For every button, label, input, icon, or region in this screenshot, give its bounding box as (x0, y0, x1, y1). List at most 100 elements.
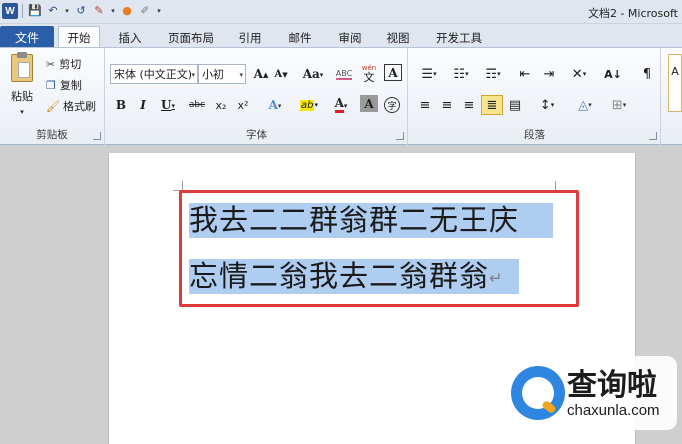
cut-button[interactable]: ✂ 剪切 (46, 54, 102, 74)
tab-insert[interactable]: 插入 (110, 28, 150, 48)
sort-icon: A↓ (604, 67, 622, 81)
scissors-icon: ✂ (46, 57, 56, 71)
styles-gallery-item[interactable]: A (668, 54, 682, 112)
text-effect-button[interactable]: A ▾ (262, 95, 288, 115)
chevron-down-icon: ▾ (239, 71, 243, 79)
bullets-button[interactable]: ☰ ▾ (415, 64, 443, 84)
watermark-brand-cn: 查询啦 (567, 368, 657, 403)
undo-icon[interactable]: ↶ (45, 3, 61, 19)
sort-button[interactable]: A↓ (603, 64, 623, 84)
document-text-line[interactable]: 忘情二翁我去二翁群翁↵ (189, 259, 519, 294)
char-shading-button[interactable]: A (360, 95, 378, 112)
word-app-icon[interactable]: W (2, 3, 18, 19)
watermark-brand-url: chaxunla.com (567, 402, 660, 419)
copy-icon: ❐ (46, 78, 56, 92)
watermark: 查询啦 chaxunla.com (505, 356, 677, 430)
line-text: 忘情二翁我去二翁群翁 (189, 259, 490, 293)
line-spacing-button[interactable]: ↕ ▾ (533, 95, 561, 115)
paragraph-group: ☰ ▾ ☷ ▾ ☶ ▾ ⇤ ⇥ ✕ ▾ A↓ ¶ ≡ ≡ ≡ ≣ ▤ ↕ ▾ ◬ ▾ ⊞ ▾ … (409, 48, 661, 145)
tab-mailings[interactable]: 邮件 (282, 28, 318, 48)
document-text-line[interactable]: 我去二二群翁群二无王庆 (189, 203, 553, 238)
highlight-button[interactable]: ab ▾ (294, 95, 324, 115)
format-dropdown-icon[interactable]: ▾ (109, 3, 117, 19)
align-left-button[interactable]: ≡ (415, 95, 435, 115)
magnifier-logo-icon (511, 366, 565, 420)
underline-button[interactable]: U ▾ (156, 95, 180, 115)
asian-layout-button[interactable]: ✕ ▾ (565, 64, 593, 84)
distributed-button[interactable]: ▤ (505, 95, 525, 115)
phonetic-guide-button[interactable]: wén 文 (358, 62, 380, 86)
change-case-button[interactable]: Aa ▾ (300, 64, 326, 84)
font-size-combo[interactable]: 小初 ▾ (198, 64, 246, 84)
italic-icon: I (140, 98, 146, 112)
ribbon-tabs: 文件 开始 插入 页面布局 引用 邮件 审阅 视图 开发工具 (0, 24, 682, 49)
tab-references[interactable]: 引用 (232, 28, 268, 48)
char-border-icon: A (388, 65, 398, 80)
clipboard-group: 粘贴 ▾ ✂ 剪切 ❐ 复制 🖌 格式刷 剪贴板 (0, 48, 105, 145)
cut-label: 剪切 (59, 58, 82, 71)
grow-font-button[interactable]: A ▲ (252, 64, 270, 84)
draw-icon[interactable]: ✐ (137, 3, 153, 19)
align-center-button[interactable]: ≡ (437, 95, 457, 115)
increase-indent-button[interactable]: ⇥ (539, 64, 559, 84)
enclose-char-button[interactable]: 字 (382, 95, 402, 115)
eraser-icon: ABC (335, 68, 353, 80)
qat-customize-icon[interactable]: ▾ (155, 3, 163, 19)
save-icon[interactable]: 💾 (27, 3, 43, 19)
subscript-button[interactable]: x₂ (212, 95, 230, 115)
clear-format-button[interactable]: ABC (334, 64, 354, 84)
superscript-button[interactable]: x² (234, 95, 252, 115)
quick-access-toolbar: W 💾 ↶ ▾ ↺ ✎ ▾ ● ✐ ▾ (2, 3, 163, 19)
font-size-value: 小初 (202, 68, 224, 81)
shading-button[interactable]: ◬ ▾ (571, 95, 599, 115)
align-right-button[interactable]: ≡ (459, 95, 479, 115)
justify-button[interactable]: ≣ (481, 95, 503, 115)
tab-home[interactable]: 开始 (58, 26, 100, 49)
paste-button[interactable]: 粘贴 ▾ (4, 52, 40, 116)
undo-dropdown-icon[interactable]: ▾ (63, 3, 71, 19)
style-preview-icon: A (671, 65, 679, 78)
char-border-button[interactable]: A (384, 64, 402, 81)
align-left-icon: ≡ (419, 97, 431, 113)
tab-developer[interactable]: 开发工具 (428, 28, 490, 48)
pilcrow-icon: ¶ (642, 66, 652, 82)
theme-icon[interactable]: ● (119, 3, 135, 19)
bold-button[interactable]: B (112, 95, 130, 115)
asian-layout-icon: ✕ (571, 66, 583, 82)
clipboard-launcher-icon[interactable] (93, 132, 101, 140)
font-color-icon: A (334, 97, 344, 113)
title-bar: W 💾 ↶ ▾ ↺ ✎ ▾ ● ✐ ▾ 文档2 - Microsoft (0, 0, 682, 24)
justify-icon: ≣ (486, 97, 498, 113)
tab-review[interactable]: 审阅 (332, 28, 368, 48)
qat-separator (22, 4, 23, 18)
font-launcher-icon[interactable] (396, 132, 404, 140)
redo-icon[interactable]: ↺ (73, 3, 89, 19)
numbering-button[interactable]: ☷ ▾ (447, 64, 475, 84)
tab-file[interactable]: 文件 (0, 26, 54, 48)
font-color-button[interactable]: A ▾ (328, 95, 354, 115)
char-shading-icon: A (364, 96, 374, 111)
paint-bucket-icon: ◬ (578, 97, 589, 113)
shrink-font-button[interactable]: A ▼ (272, 64, 290, 84)
show-marks-button[interactable]: ¶ (637, 64, 657, 84)
enclose-char-icon: 字 (384, 97, 400, 113)
paragraph-launcher-icon[interactable] (649, 132, 657, 140)
chevron-down-icon: ▾ (20, 108, 24, 116)
align-right-icon: ≡ (463, 97, 475, 113)
distributed-icon: ▤ (508, 97, 522, 113)
font-name-combo[interactable]: 宋体 (中文正文) ▾ (110, 64, 198, 84)
decrease-indent-button[interactable]: ⇤ (515, 64, 535, 84)
multilevel-list-button[interactable]: ☶ ▾ (479, 64, 507, 84)
format-icon[interactable]: ✎ (91, 3, 107, 19)
borders-button[interactable]: ⊞ ▾ (605, 95, 633, 115)
chevron-down-icon: ▾ (191, 71, 195, 79)
increase-indent-icon: ⇥ (543, 66, 555, 82)
format-painter-button[interactable]: 🖌 格式刷 (46, 96, 104, 116)
tab-page-layout[interactable]: 页面布局 (160, 28, 222, 48)
strikethrough-button[interactable]: abc (186, 95, 208, 115)
copy-button[interactable]: ❐ 复制 (46, 75, 102, 95)
line-spacing-icon: ↕ (539, 97, 551, 113)
tab-view[interactable]: 视图 (380, 28, 416, 48)
line-text: 我去二二群翁群二无王庆 (189, 203, 520, 237)
italic-button[interactable]: I (134, 95, 152, 115)
